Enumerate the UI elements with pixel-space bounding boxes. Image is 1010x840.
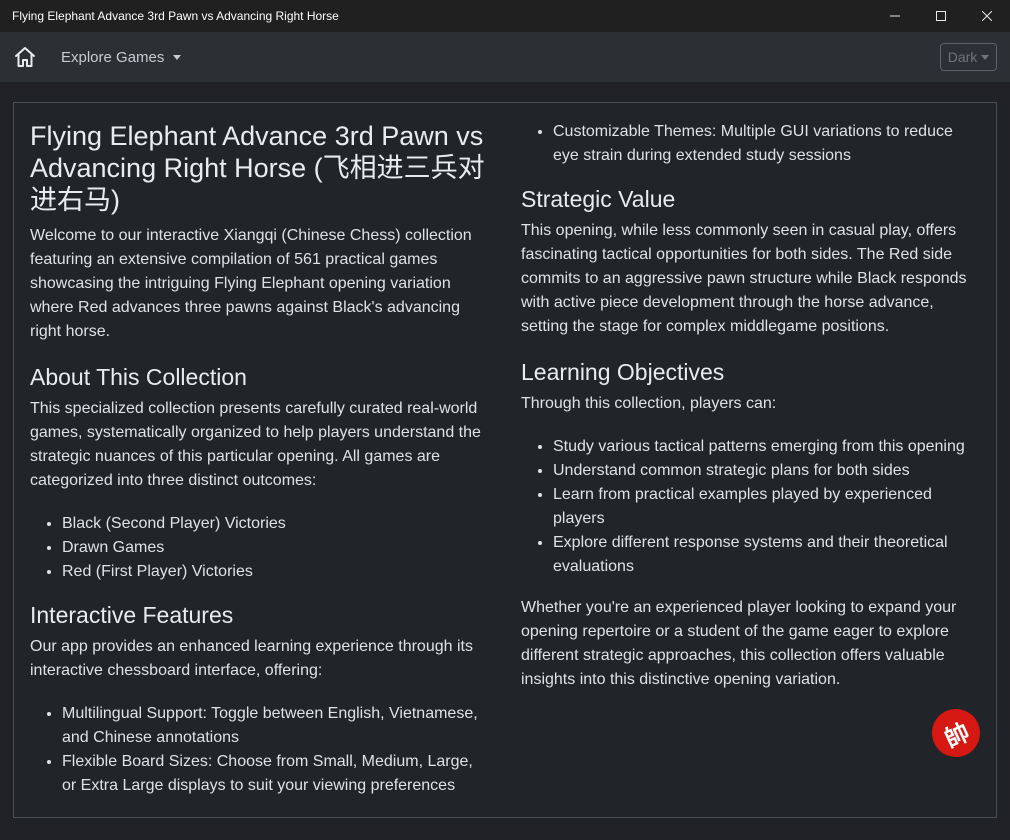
list-item: Multilingual Support: Toggle between Eng… [62,702,490,750]
list-item: Red (First Player) Victories [62,560,490,584]
features-paragraph: Our app provides an enhanced learning ex… [30,638,473,679]
content-panel: Flying Elephant Advance 3rd Pawn vs Adva… [13,102,997,818]
strategic-paragraph: This opening, while less commonly seen i… [521,222,967,335]
learning-heading: Learning Objectives [521,359,725,385]
closing-paragraph: Whether you're an experienced player loo… [521,599,957,688]
features-list-continued: Customizable Themes: Multiple GUI variat… [521,120,981,168]
app-window: Flying Elephant Advance 3rd Pawn vs Adva… [0,0,1010,840]
explore-games-dropdown[interactable]: Explore Games [61,48,182,66]
title-bar: Flying Elephant Advance 3rd Pawn vs Adva… [0,0,1010,32]
list-item: Study various tactical patterns emerging… [553,435,981,459]
chevron-down-icon [173,55,182,60]
objectives-list: Study various tactical patterns emerging… [521,435,981,579]
list-item: Black (Second Player) Victories [62,512,490,536]
list-item: Customizable Themes: Multiple GUI variat… [553,120,981,168]
about-paragraph: This specialized collection presents car… [30,400,481,489]
home-button[interactable] [12,44,38,70]
intro-paragraph: Welcome to our interactive Xiangqi (Chin… [30,227,472,340]
left-column: Flying Elephant Advance 3rd Pawn vs Adva… [30,103,490,815]
chevron-down-icon [981,55,990,60]
maximize-icon [936,11,946,21]
app-navbar: Explore Games Dark [0,32,1010,82]
list-item: Understand common strategic plans for bo… [553,459,981,483]
explore-games-label: Explore Games [61,48,165,66]
window-title: Flying Elephant Advance 3rd Pawn vs Adva… [12,9,339,23]
page-title: Flying Elephant Advance 3rd Pawn vs Adva… [30,121,485,215]
theme-label: Dark [947,49,978,65]
theme-dropdown-button[interactable]: Dark [940,43,997,71]
list-item: Flexible Board Sizes: Choose from Small,… [62,750,490,798]
home-icon [15,47,35,67]
close-button[interactable] [964,0,1010,32]
right-column: Customizable Themes: Multiple GUI variat… [521,103,981,711]
maximize-button[interactable] [918,0,964,32]
strategic-heading: Strategic Value [521,186,676,212]
list-item: Explore different response systems and t… [553,531,981,579]
outcomes-list: Black (Second Player) Victories Drawn Ga… [30,512,490,584]
learning-paragraph: Through this collection, players can: [521,395,777,412]
about-heading: About This Collection [30,364,247,390]
features-list: Multilingual Support: Toggle between Eng… [30,702,490,798]
list-item: Learn from practical examples played by … [553,483,981,531]
minimize-button[interactable] [872,0,918,32]
list-item: Drawn Games [62,536,490,560]
minimize-icon [890,15,900,17]
close-icon [982,11,992,21]
features-heading: Interactive Features [30,602,234,628]
